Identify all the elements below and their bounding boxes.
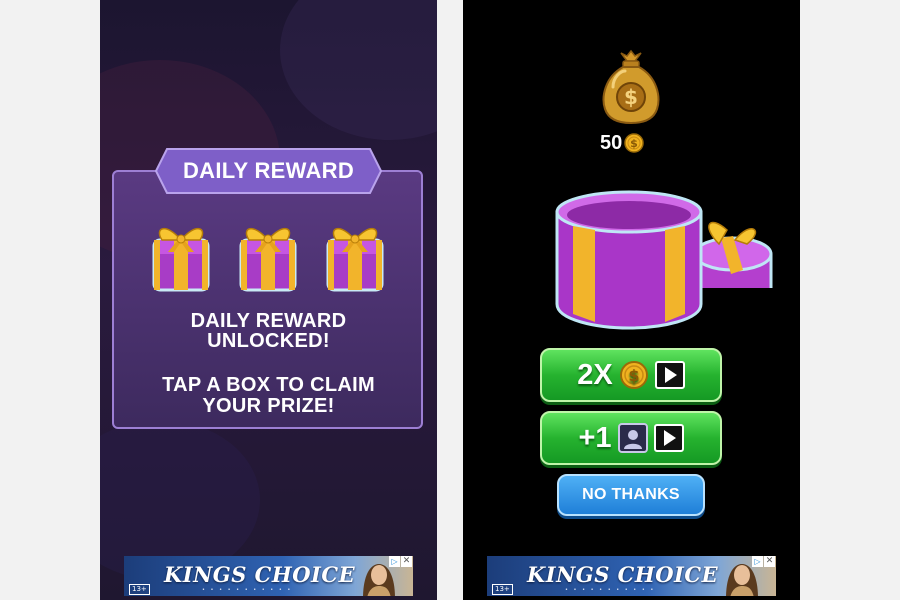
double-button-label: 2X <box>577 358 613 391</box>
opened-gift-box <box>555 190 773 330</box>
unlock-message-line1: DAILY REWARD <box>190 310 347 332</box>
daily-reward-banner: DAILY REWARD <box>155 148 382 194</box>
svg-text:$: $ <box>624 85 638 109</box>
svg-text:$: $ <box>628 366 639 385</box>
gift-box-1[interactable] <box>148 216 214 294</box>
ad-subtitle-decoration: • • • • • • • • • • • <box>565 587 656 593</box>
coin-amount-value: 50 <box>600 131 623 154</box>
ad-title: KINGS CHOICE <box>527 562 719 587</box>
svg-text:$: $ <box>630 137 638 150</box>
play-video-icon <box>653 424 684 452</box>
close-x-icon[interactable]: ✕ <box>764 556 775 567</box>
ad-title: KINGS CHOICE <box>164 562 356 587</box>
daily-reward-screen: DAILY REWARD DAILY REWARD UNLOCKED! TAP … <box>100 0 437 600</box>
plus-one-label: +1 <box>578 421 612 454</box>
money-bag-icon: $ <box>602 49 660 125</box>
unlock-message-line2: UNLOCKED! <box>207 330 330 352</box>
banner-title: DAILY REWARD <box>182 158 355 183</box>
age-rating-badge: 13+ <box>492 584 513 595</box>
play-video-icon <box>654 361 685 389</box>
background-blob <box>280 0 437 140</box>
extra-life-button[interactable]: +1 <box>540 411 722 465</box>
play-triangle-icon[interactable]: ▷ <box>389 556 400 567</box>
coin-icon: $ <box>619 361 648 389</box>
age-rating-badge: 13+ <box>129 584 150 595</box>
reward-result-screen: $ 50 $ 2X $ +1 NO THANKS 13+ KINGS CHOIC… <box>463 0 800 600</box>
play-triangle-icon[interactable]: ▷ <box>752 556 763 567</box>
gift-lid <box>693 221 773 288</box>
ad-banner[interactable]: 13+ KINGS CHOICE • • • • • • • • • • • ▷… <box>487 556 776 596</box>
gift-box-3[interactable] <box>322 216 388 294</box>
ad-banner[interactable]: 13+ KINGS CHOICE • • • • • • • • • • • ▷… <box>124 556 413 596</box>
coin-icon: $ <box>624 133 644 153</box>
gift-box-2[interactable] <box>235 216 301 294</box>
coin-reward: 50 $ <box>600 132 644 154</box>
double-coins-button[interactable]: 2X $ <box>540 348 722 402</box>
ad-subtitle-decoration: • • • • • • • • • • • <box>202 587 293 593</box>
avatar-icon <box>617 423 648 453</box>
instruction-line1: TAP A BOX TO CLAIM <box>162 374 375 396</box>
close-x-icon[interactable]: ✕ <box>401 556 412 567</box>
instruction-line2: YOUR PRIZE! <box>202 395 335 417</box>
no-thanks-button[interactable]: NO THANKS <box>557 474 705 516</box>
